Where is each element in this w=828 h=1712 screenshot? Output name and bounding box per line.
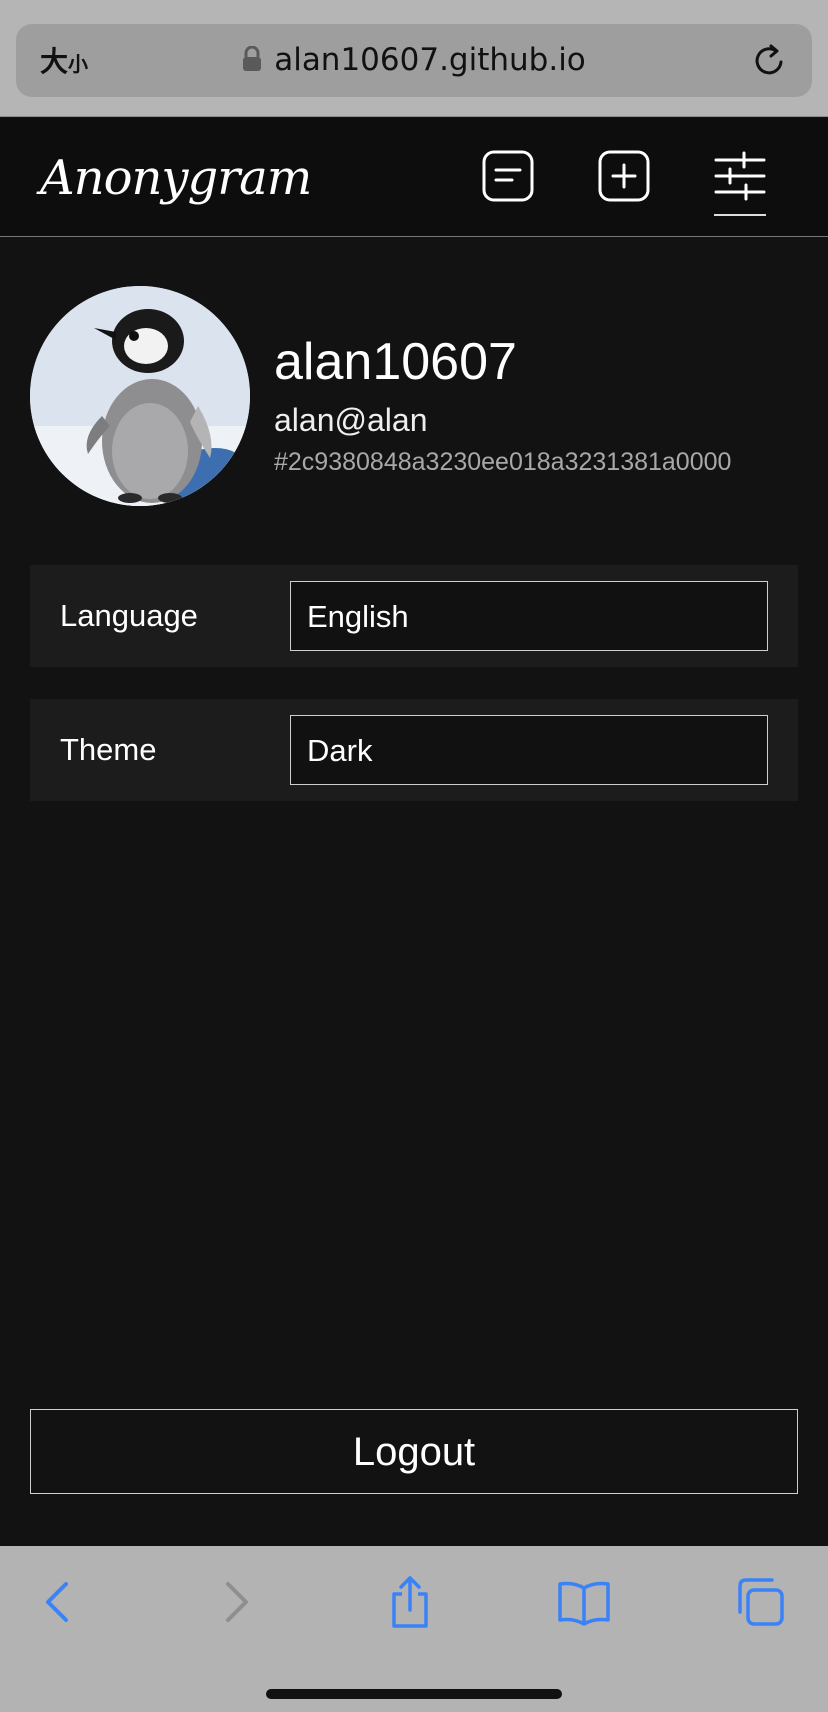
url-field[interactable]: 大小 alan10607.github.io (16, 24, 812, 97)
app-logo[interactable]: Anonygram (40, 148, 312, 208)
profile-email: alan@alan (274, 402, 428, 438)
logout-button[interactable]: Logout (30, 1409, 798, 1494)
settings-sliders-icon[interactable] (712, 148, 768, 204)
theme-label: Theme (60, 732, 157, 767)
browser-toolbar (0, 1546, 828, 1712)
active-tab-indicator (714, 214, 766, 216)
posts-icon[interactable] (480, 148, 536, 204)
profile-username: alan10607 (274, 333, 517, 391)
language-select[interactable]: English (290, 581, 768, 651)
bookmarks-icon[interactable] (556, 1574, 612, 1630)
language-setting-row: Language English (30, 565, 798, 667)
tabs-icon[interactable] (732, 1574, 788, 1630)
url-display[interactable]: alan10607.github.io (16, 37, 812, 83)
add-post-icon[interactable] (596, 148, 652, 204)
penguin-avatar-image (30, 286, 250, 506)
forward-icon[interactable] (208, 1574, 264, 1630)
language-label: Language (60, 598, 198, 633)
url-text: alan10607.github.io (274, 42, 586, 78)
profile-user-id: #2c9380848a3230ee018a3231381a0000 (274, 448, 732, 476)
theme-setting-row: Theme Dark (30, 699, 798, 801)
avatar (30, 286, 250, 506)
app-header: Anonygram (0, 118, 828, 237)
theme-select[interactable]: Dark (290, 715, 768, 785)
share-icon[interactable] (382, 1574, 438, 1630)
home-indicator (266, 1689, 562, 1699)
lock-icon (242, 39, 262, 85)
browser-address-bar: 大小 alan10607.github.io (0, 0, 828, 117)
reload-icon[interactable] (750, 40, 790, 80)
back-icon[interactable] (30, 1574, 86, 1630)
